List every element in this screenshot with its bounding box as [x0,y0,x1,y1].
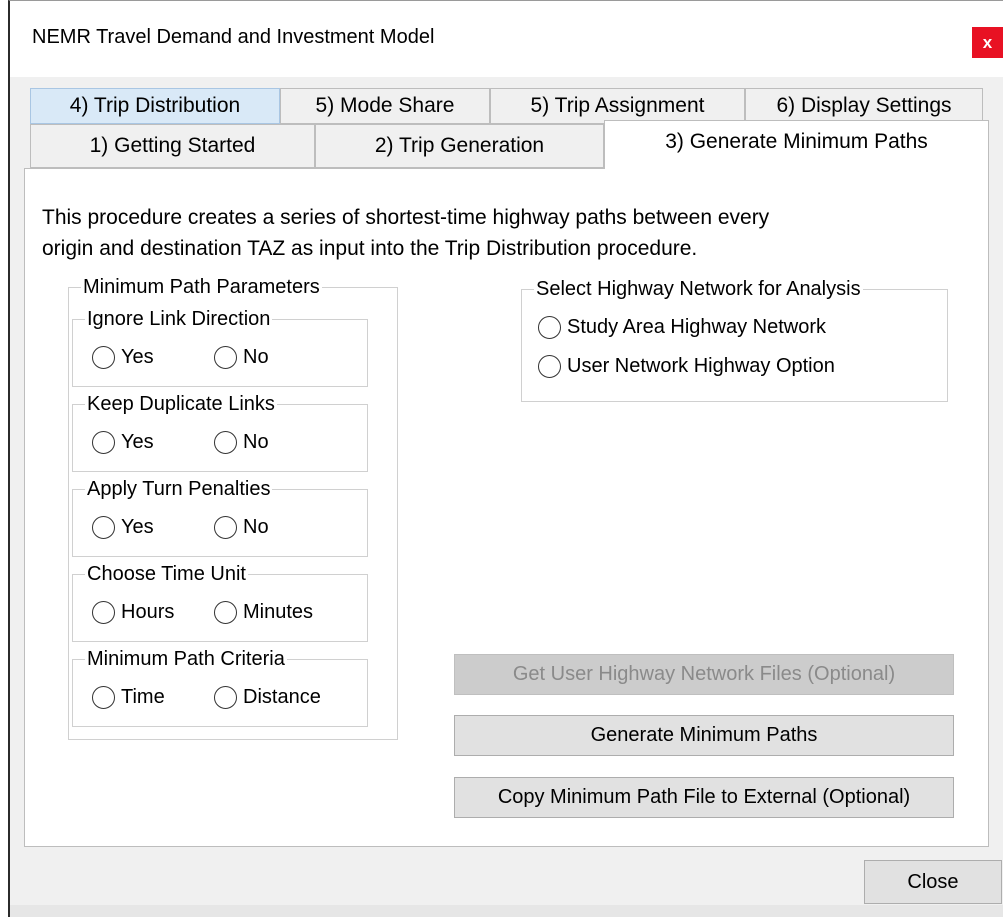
ignore-link-direction-no-radio[interactable]: No [214,346,269,369]
highway-network-legend: Select Highway Network for Analysis [536,278,861,300]
highway-network-group: Select Highway Network for Analysis [521,278,948,402]
radio-label: Study Area Highway Network [567,316,827,338]
radio-label: No [243,346,269,368]
get-user-network-files-button[interactable]: Get User Highway Network Files (Optional… [454,654,954,695]
radio-circle-icon [214,431,237,454]
radio-label: Time [121,686,165,708]
radio-label: Yes [121,516,154,538]
close-button[interactable]: Close [864,860,1002,904]
ignore-link-direction-legend: Ignore Link Direction [87,308,271,330]
radio-circle-icon [214,346,237,369]
radio-label: No [243,516,269,538]
radio-circle-icon [214,601,237,624]
criteria-distance-radio[interactable]: Distance [214,686,321,709]
minimum-path-parameters-legend: Minimum Path Parameters [83,276,320,298]
apply-turn-penalties-no-radio[interactable]: No [214,516,269,539]
radio-circle-icon [92,686,115,709]
ignore-link-direction-yes-radio[interactable]: Yes [92,346,154,369]
radio-label: Yes [121,431,154,453]
radio-label: Hours [121,601,175,623]
tab-generate-minimum-paths[interactable]: 3) Generate Minimum Paths [604,120,989,169]
apply-turn-penalties-yes-radio[interactable]: Yes [92,516,154,539]
criteria-time-radio[interactable]: Time [92,686,165,709]
radio-circle-icon [538,355,561,378]
choose-time-unit-legend: Choose Time Unit [87,563,246,585]
radio-label: No [243,431,269,453]
background-edge [0,0,8,917]
radio-label: Minutes [243,601,314,623]
keep-duplicate-links-yes-radio[interactable]: Yes [92,431,154,454]
tab-trip-assignment[interactable]: 5) Trip Assignment [490,88,745,124]
radio-circle-icon [92,516,115,539]
radio-circle-icon [92,431,115,454]
time-unit-minutes-radio[interactable]: Minutes [214,601,313,624]
radio-label: Yes [121,346,154,368]
procedure-description: This procedure creates a series of short… [42,202,922,264]
tab-trip-distribution[interactable]: 4) Trip Distribution [30,88,280,124]
tab-mode-share[interactable]: 5) Mode Share [280,88,490,124]
radio-label: User Network Highway Option [567,355,835,377]
radio-circle-icon [538,316,561,339]
generate-minimum-paths-button[interactable]: Generate Minimum Paths [454,715,954,756]
window-bottom-edge [10,905,1003,917]
radio-circle-icon [92,346,115,369]
time-unit-hours-radio[interactable]: Hours [92,601,174,624]
keep-duplicate-links-no-radio[interactable]: No [214,431,269,454]
radio-label: Distance [243,686,321,708]
tab-trip-generation[interactable]: 2) Trip Generation [315,124,604,168]
tab-display-settings[interactable]: 6) Display Settings [745,88,983,124]
apply-turn-penalties-legend: Apply Turn Penalties [87,478,271,500]
minimum-path-criteria-legend: Minimum Path Criteria [87,648,285,670]
tab-getting-started[interactable]: 1) Getting Started [30,124,315,168]
description-line-1: This procedure creates a series of short… [42,206,770,229]
close-window-button[interactable]: x [972,27,1003,58]
description-line-2: origin and destination TAZ as input into… [42,237,698,260]
radio-circle-icon [214,686,237,709]
window-title: NEMR Travel Demand and Investment Model [32,26,435,48]
radio-circle-icon [92,601,115,624]
keep-duplicate-links-legend: Keep Duplicate Links [87,393,275,415]
study-area-network-radio[interactable]: Study Area Highway Network [538,316,826,339]
user-network-radio[interactable]: User Network Highway Option [538,355,835,378]
copy-minimum-path-file-button[interactable]: Copy Minimum Path File to External (Opti… [454,777,954,818]
radio-circle-icon [214,516,237,539]
